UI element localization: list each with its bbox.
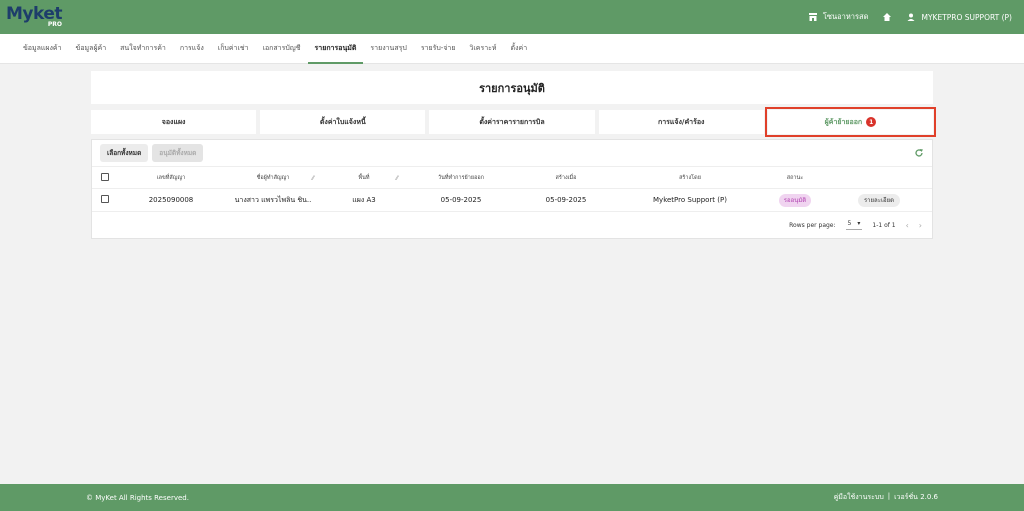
subtab-bill-price-settings-label: ตั้งค่าราคารายการบิล [479,117,545,126]
subtab-bill-price-settings[interactable]: ตั้งค่าราคารายการบิล [429,110,595,134]
cell-move-date: 05-09-2025 [406,188,516,212]
header-name-label: ชื่อผู้ทำสัญญา [256,174,290,181]
rows-per-page-label: Rows per page: [789,221,836,229]
header-created-by: สร้างโดย [616,166,764,189]
logo-sub-text: PRO [47,21,63,28]
nav-tab-settings[interactable]: ตั้งค่า [504,34,535,64]
footer: © MyKet All Rights Reserved. คู่มือใช้งา… [0,484,1024,511]
user-menu[interactable]: MYKETPRO SUPPORT (P) [906,12,1012,22]
row-checkbox-cell [92,188,118,212]
nav-tab-reports[interactable]: รายงานสรุป [363,34,413,64]
store-icon [808,13,817,21]
user-manual-link[interactable]: คู่มือใช้งานระบบ [834,492,884,503]
header-move-date: วันที่ทำการย้ายออก [406,166,516,189]
nav-tab-rent[interactable]: เก็บค่าเช่า [211,34,256,64]
row-checkbox[interactable] [101,195,109,203]
copyright-text: © MyKet All Rights Reserved. [86,493,189,502]
header-area-label: พื้นที่ [358,174,370,181]
cell-contract: 2025090008 [118,188,224,212]
nav-tab-approvals[interactable]: รายการอนุมัติ [307,34,364,64]
top-bar: Myket PRO โซนอาหารสด MYKETPRO SUPPORT (P… [0,0,1024,34]
subtab-vendor-moveout-label: ผู้ค้าย้ายออก [824,117,863,126]
version-text: เวอร์ชั่น 2.0.6 [894,493,938,501]
select-all-button[interactable]: เลือกทั้งหมด [100,144,149,162]
store-label: โซนอาหารสด [822,12,869,21]
nav-tab-vendors[interactable]: ข้อมูลผู้ค้า [69,34,114,64]
rows-per-page-select[interactable]: 5 ▾ [845,220,863,230]
subtab-booking-label: จองแผง [161,117,186,126]
subtab-vendor-moveout[interactable]: ผู้ค้าย้ายออก 1 [764,107,937,137]
cell-name: นางสาว แพรวไพลิน ชิน.. [224,188,322,212]
page-range: 1-1 of 1 [872,221,896,229]
subtab-booking[interactable]: จองแผง [91,110,257,134]
count-badge: 1 [866,117,877,127]
home-icon[interactable] [882,12,892,22]
user-label: MYKETPRO SUPPORT (P) [921,12,1012,22]
table-header-row: เลขที่สัญญา ชื่อผู้ทำสัญญา ⁄⁄ พื้นที่ ⁄⁄ ว… [92,166,932,189]
column-resize-icon[interactable]: ⁄⁄ [312,175,314,182]
approval-table: เลขที่สัญญา ชื่อผู้ทำสัญญา ⁄⁄ พื้นที่ ⁄⁄ ว… [92,166,932,212]
page-title: รายการอนุมัติ [91,71,933,104]
rows-per-page-value: 5 [847,220,852,227]
header-created: สร้างเมื่อ [516,166,616,189]
cell-status: รออนุมัติ [764,188,826,212]
approval-table-panel: เลือกทั้งหมด อนุมัติทั้งหมด เลขที่สัญญา … [91,139,933,239]
footer-separator: | [887,492,891,500]
cell-area: แผง A3 [322,188,406,212]
header-name: ชื่อผู้ทำสัญญา ⁄⁄ [224,166,322,189]
refresh-icon[interactable] [914,148,924,158]
nav-tab-notifications[interactable]: การแจ้ง [173,34,211,64]
cell-created-by: MyketPro Support (P) [616,188,764,212]
header-checkbox-cell [92,166,118,189]
subtab-requests[interactable]: การแจ้ง/คำร้อง [598,110,764,134]
nav-tab-income-expense[interactable]: รายรับ-จ่าย [414,34,463,64]
details-button[interactable]: รายละเอียด [857,194,901,207]
prev-page-icon[interactable]: ‹ [906,221,909,230]
table-row[interactable]: 2025090008 นางสาว แพรวไพลิน ชิน.. แผง A3… [92,188,932,212]
select-all-checkbox[interactable] [101,172,109,181]
nav-tab-analytics[interactable]: วิเคราะห์ [462,34,503,64]
header-area: พื้นที่ ⁄⁄ [322,166,406,189]
approve-all-button[interactable]: อนุมัติทั้งหมด [152,144,204,162]
status-badge: รออนุมัติ [778,194,812,207]
subtab-requests-label: การแจ้ง/คำร้อง [657,117,705,126]
caret-down-icon: ▾ [857,220,861,227]
user-icon [907,13,915,21]
myket-logo[interactable]: Myket PRO [6,6,63,28]
main-nav: ข้อมูลแผงค้า ข้อมูลผู้ค้า สนใจทำการค้า ก… [0,34,1024,64]
subtab-invoice-settings[interactable]: ตั้งค่าใบแจ้งหนี้ [260,110,426,134]
header-contract: เลขที่สัญญา [118,166,224,189]
column-resize-icon[interactable]: ⁄⁄ [396,175,398,182]
cell-created: 05-09-2025 [516,188,616,212]
nav-tab-accounting[interactable]: เอกสารบัญชี [256,34,308,64]
header-status: สถานะ [764,166,826,189]
subtab-invoice-settings-label: ตั้งค่าใบแจ้งหนี้ [319,117,366,126]
pagination: Rows per page: 5 ▾ 1-1 of 1 ‹ › [92,212,932,238]
table-toolbar: เลือกทั้งหมด อนุมัติทั้งหมด [92,140,932,166]
store-selector[interactable]: โซนอาหารสด [808,11,869,23]
approval-subtabs: จองแผง ตั้งค่าใบแจ้งหนี้ ตั้งค่าราคารายก… [91,107,937,137]
nav-tab-interested[interactable]: สนใจทำการค้า [113,34,173,64]
header-actions [826,166,932,189]
cell-action: รายละเอียด [826,188,932,212]
nav-tab-stalls[interactable]: ข้อมูลแผงค้า [16,34,69,64]
next-page-icon[interactable]: › [919,221,922,230]
